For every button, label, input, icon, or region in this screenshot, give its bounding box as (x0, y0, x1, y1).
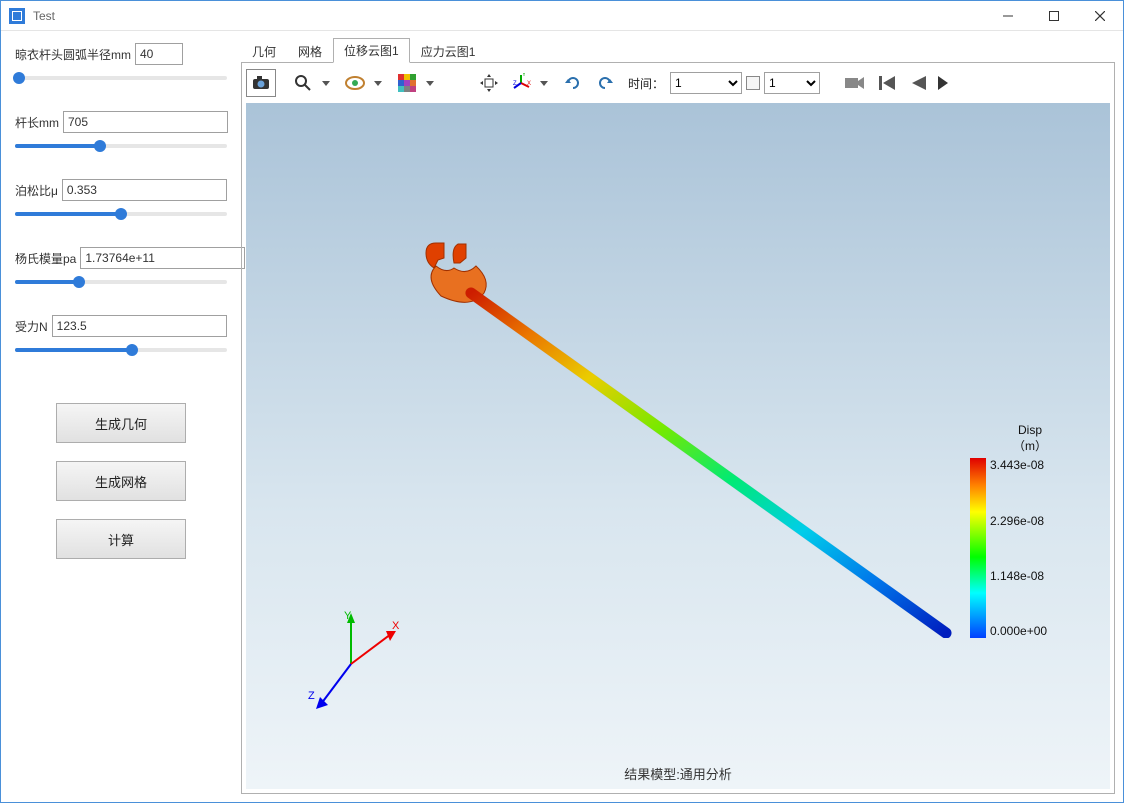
force-input[interactable] (52, 315, 227, 337)
skip-back-icon[interactable] (872, 69, 902, 97)
legend-bar (970, 458, 986, 638)
length-slider[interactable] (15, 137, 227, 155)
force-slider[interactable] (15, 341, 227, 359)
step-button[interactable] (746, 76, 760, 90)
coord-dropdown-icon[interactable] (538, 79, 550, 87)
generate-mesh-button[interactable]: 生成网格 (56, 461, 186, 501)
param-poisson: 泊松比μ (15, 179, 227, 223)
zoom-icon[interactable] (288, 69, 318, 97)
poisson-input[interactable] (62, 179, 227, 201)
young-label: 杨氏模量pa (15, 250, 76, 267)
move-icon[interactable] (474, 69, 504, 97)
svg-text:X: X (527, 81, 531, 87)
frame-select[interactable]: 1 (764, 72, 820, 94)
young-slider[interactable] (15, 273, 227, 291)
color-cube-icon[interactable] (392, 69, 422, 97)
eye-icon[interactable] (340, 69, 370, 97)
compute-button[interactable]: 计算 (56, 519, 186, 559)
time-select[interactable]: 1 (670, 72, 742, 94)
more-icon[interactable] (936, 69, 950, 97)
tab-mesh[interactable]: 网格 (287, 39, 333, 63)
generate-geometry-button[interactable]: 生成几何 (56, 403, 186, 443)
titlebar: Test (1, 1, 1123, 31)
svg-text:Z: Z (308, 690, 315, 702)
maximize-button[interactable] (1031, 1, 1077, 31)
legend-unit: （m） (1013, 439, 1047, 453)
poisson-label: 泊松比μ (15, 182, 58, 199)
result-model-label: 结果模型:通用分析 (624, 764, 732, 783)
rotate-ccw-icon[interactable] (558, 69, 588, 97)
poisson-slider[interactable] (15, 205, 227, 223)
rotate-cw-icon[interactable] (590, 69, 620, 97)
record-icon[interactable] (840, 69, 870, 97)
length-input[interactable] (63, 111, 228, 133)
radius-input[interactable] (135, 43, 183, 65)
svg-text:Z: Z (513, 81, 517, 87)
param-force: 受力N (15, 315, 227, 359)
view-dropdown-icon[interactable] (372, 79, 384, 87)
color-dropdown-icon[interactable] (424, 79, 436, 87)
viewer-toolbar: YX Z 时间： 1 1 (246, 67, 1110, 99)
radius-slider[interactable] (15, 69, 227, 87)
svg-text:Y: Y (344, 610, 352, 622)
left-panel: 晾衣杆头圆弧半径mm 杆长mm 泊松比μ (9, 39, 233, 794)
minimize-button[interactable] (985, 1, 1031, 31)
viewport[interactable]: Y X Z Disp （m） (246, 103, 1110, 789)
svg-text:Y: Y (522, 73, 526, 78)
tabs: 几何 网格 位移云图1 应力云图1 (241, 39, 1115, 63)
coord-icon[interactable]: YX Z (506, 69, 536, 97)
radius-label: 晾衣杆头圆弧半径mm (15, 46, 131, 63)
young-input[interactable] (80, 247, 245, 269)
force-label: 受力N (15, 318, 48, 335)
camera-icon[interactable] (246, 69, 276, 97)
viewer-container: YXZ 时间： 1 1 (241, 62, 1115, 794)
param-length: 杆长mm (15, 111, 227, 155)
window-title: Test (33, 9, 55, 23)
param-radius: 晾衣杆头圆弧半径mm (15, 43, 227, 87)
time-label: 时间： (628, 75, 664, 92)
tab-stress[interactable]: 应力云图1 (410, 39, 487, 63)
tab-geometry[interactable]: 几何 (241, 39, 287, 63)
tab-displacement[interactable]: 位移云图1 (333, 38, 410, 63)
action-buttons: 生成几何 生成网格 计算 (15, 403, 227, 559)
play-back-icon[interactable] (904, 69, 934, 97)
zoom-dropdown-icon[interactable] (320, 79, 332, 87)
color-legend: Disp （m） 3.443e-08 2.296e-08 1.148e-08 0… (970, 423, 1090, 638)
right-area: 几何 网格 位移云图1 应力云图1 (241, 39, 1115, 794)
svg-text:X: X (392, 620, 400, 632)
model-rod (416, 238, 956, 638)
content: 晾衣杆头圆弧半径mm 杆长mm 泊松比μ (1, 31, 1123, 802)
legend-title: Disp (1018, 423, 1042, 437)
param-young: 杨氏模量pa (15, 247, 227, 291)
app-window: Test 晾衣杆头圆弧半径mm 杆长mm (0, 0, 1124, 803)
axis-triad: Y X Z (296, 609, 406, 719)
length-label: 杆长mm (15, 114, 59, 131)
app-icon (9, 8, 25, 24)
close-button[interactable] (1077, 1, 1123, 31)
legend-ticks: 3.443e-08 2.296e-08 1.148e-08 0.000e+00 (990, 458, 1047, 638)
